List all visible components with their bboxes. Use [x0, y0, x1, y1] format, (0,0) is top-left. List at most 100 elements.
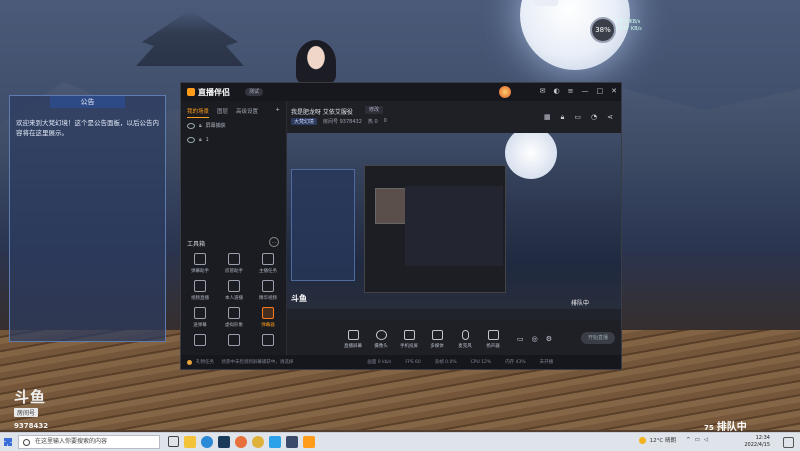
notification-icon[interactable] — [783, 437, 794, 448]
scene-label: 屏幕捕获 — [205, 123, 226, 129]
window-controls: ✉ ◐ ≡ — □ ✕ — [540, 87, 617, 95]
gear-icon[interactable]: ⚙ — [546, 335, 552, 343]
avatar[interactable] — [499, 86, 511, 98]
game-icon[interactable] — [286, 436, 298, 448]
browser-icon[interactable] — [235, 436, 247, 448]
record-icon[interactable]: ▭ — [517, 335, 524, 343]
status-bar: 礼物任务 场景中未检测到屏幕捕获中，请选择 画面 0 kb/s FPS 60 丢… — [181, 355, 621, 369]
edge-icon[interactable] — [201, 436, 213, 448]
edit-title-button[interactable]: 修改 — [365, 106, 384, 114]
tab-scenes[interactable]: 我的场景 — [187, 107, 210, 118]
user-icon — [228, 253, 240, 265]
status-cpu: CPU 12% — [470, 359, 492, 365]
app-logo: 直播伴侣 — [187, 87, 230, 98]
network-icon[interactable]: ▭ — [695, 437, 700, 443]
tool-tasks[interactable]: 主播任务 — [251, 253, 285, 274]
taskbar-search-input[interactable]: 在这里输入你要搜索的内容 — [18, 435, 160, 449]
menu-icon[interactable]: ≡ — [568, 87, 574, 95]
mail-icon[interactable]: ✉ — [540, 87, 546, 95]
weather-icon[interactable] — [638, 436, 646, 444]
scene-row[interactable]: 🔒︎ 屏幕捕获 — [181, 118, 286, 133]
tool-extra-2[interactable] — [217, 334, 251, 349]
download-icon — [228, 280, 240, 292]
tray-arrow-icon[interactable]: ^ — [686, 437, 691, 443]
tool-danmaku-box[interactable]: 弹幕器 — [251, 307, 285, 328]
chrome-icon[interactable] — [252, 436, 264, 448]
skin-icon[interactable]: ◐ — [554, 87, 560, 95]
douyu-logo: 斗鱼 — [14, 388, 47, 406]
cpu-badge[interactable]: 38% — [590, 17, 616, 43]
mic-button[interactable]: 麦克风 — [451, 329, 479, 349]
scene-row[interactable]: 🔒︎ 1 — [181, 133, 286, 147]
camera-button[interactable]: 摄像头 — [367, 329, 395, 349]
preview-notice — [291, 169, 355, 281]
weather-text[interactable]: 12°C 晴朗 — [650, 436, 676, 444]
preview-moon — [505, 133, 557, 179]
tool-replay[interactable]: 本人道播 — [217, 280, 251, 301]
room-title: 我是肥龙呀 艾依艾服役 — [291, 109, 353, 116]
tool-extra-1[interactable] — [183, 334, 217, 349]
more-icon[interactable]: … — [269, 237, 279, 247]
search-icon — [23, 439, 30, 446]
notice-body: 欢迎来到大梵幻境！这个是公告面板，以后公告内容将在这里展示。 — [16, 119, 159, 137]
status-message: 礼物任务 场景中未检测到屏幕捕获中，请选择 — [196, 360, 294, 365]
tool-avatar[interactable]: 虚拟形象 — [217, 307, 251, 328]
tab-layers[interactable]: 图层 — [217, 107, 228, 118]
preview-taskbar — [287, 309, 621, 320]
lock-icon[interactable]: 🔒︎ — [199, 137, 202, 143]
screen-icon[interactable]: ▭ — [574, 113, 581, 122]
net-speed: ↑ 0.2 KB/s ↓ 147 KB/s — [614, 19, 642, 33]
tool-danmaku[interactable]: 弹幕助手 — [183, 253, 217, 274]
tool-extra-3[interactable] — [251, 334, 285, 349]
source-controls: 直播屏幕 摄像头 手机投屏 多媒体 麦克风 扬声器 ▭ ◎ ⚙ 开始直播 — [287, 323, 621, 355]
system-tray: 12°C 晴朗 ^ ▭ ◁ — [638, 436, 708, 444]
live-companion-icon[interactable] — [303, 436, 315, 448]
share-icon[interactable]: ⋖ — [607, 113, 613, 122]
close-icon[interactable]: ✕ — [611, 87, 617, 95]
start-live-button[interactable]: 开始直播 — [581, 332, 615, 344]
version-badge[interactable]: 测试 — [245, 88, 264, 96]
phone-cast-button[interactable]: 手机投屏 — [395, 329, 423, 349]
tool-video[interactable]: 视频直播 — [183, 280, 217, 301]
eye-icon[interactable] — [187, 137, 195, 143]
queue-status: 75 排队中 — [704, 418, 747, 433]
top-pill[interactable] — [534, 0, 558, 6]
media-button[interactable]: 多媒体 — [423, 329, 451, 349]
queue-number: 75 — [704, 424, 714, 432]
windows-start-icon[interactable] — [4, 438, 12, 446]
task-view-icon[interactable] — [168, 436, 179, 447]
clock-time: 12:34 — [755, 435, 770, 441]
speaker-button[interactable]: 扬声器 — [479, 329, 507, 349]
minimize-icon[interactable]: — — [582, 87, 589, 95]
add-icon[interactable]: + — [275, 107, 280, 118]
qq-icon[interactable] — [269, 436, 281, 448]
sidebar: 我的场景 图层 高级设置 + 🔒︎ 屏幕捕获 🔒︎ 1 工具箱 … 弹幕助手 房… — [181, 101, 287, 355]
game-character — [296, 40, 336, 84]
clock[interactable]: 12:34 2022/4/15 — [744, 435, 770, 449]
room-id: 房间号 9378432 — [323, 119, 362, 125]
screen-capture-button[interactable]: 直播屏幕 — [339, 329, 367, 349]
maximize-icon[interactable]: □ — [597, 87, 604, 95]
steam-icon[interactable] — [218, 436, 230, 448]
tool-room-admin[interactable]: 房管助手 — [217, 253, 251, 274]
viewer-count: 0 — [383, 118, 387, 124]
controller-icon — [262, 307, 274, 319]
sidebar-tabs: 我的场景 图层 高级设置 + — [181, 101, 286, 118]
folder-icon[interactable] — [184, 436, 196, 448]
tool-send-danmaku[interactable]: 送弹幕 — [183, 307, 217, 328]
eye-icon[interactable] — [187, 122, 195, 129]
tool-highlights[interactable]: 精华视频 — [251, 280, 285, 301]
lock-icon[interactable]: 🔒︎ — [199, 123, 202, 129]
tab-advanced[interactable]: 高级设置 — [236, 107, 258, 118]
notice-title: 公告 — [50, 96, 125, 108]
eye-icon[interactable]: ◎ — [532, 335, 538, 343]
volume-icon[interactable]: ◁ — [704, 437, 708, 443]
category-badge[interactable]: 大梵幻境 — [291, 118, 318, 125]
lock-icon[interactable]: 🔒︎ — [561, 113, 565, 122]
stream-preview[interactable]: 斗鱼 排队中 — [287, 133, 621, 320]
bell-icon[interactable]: ◔ — [591, 113, 597, 122]
danmaku-icon — [194, 253, 206, 265]
net-down: ↓ 147 KB/s — [614, 26, 642, 32]
phone-cast-icon — [403, 329, 415, 340]
layout-icon[interactable]: ▦ — [544, 113, 551, 122]
